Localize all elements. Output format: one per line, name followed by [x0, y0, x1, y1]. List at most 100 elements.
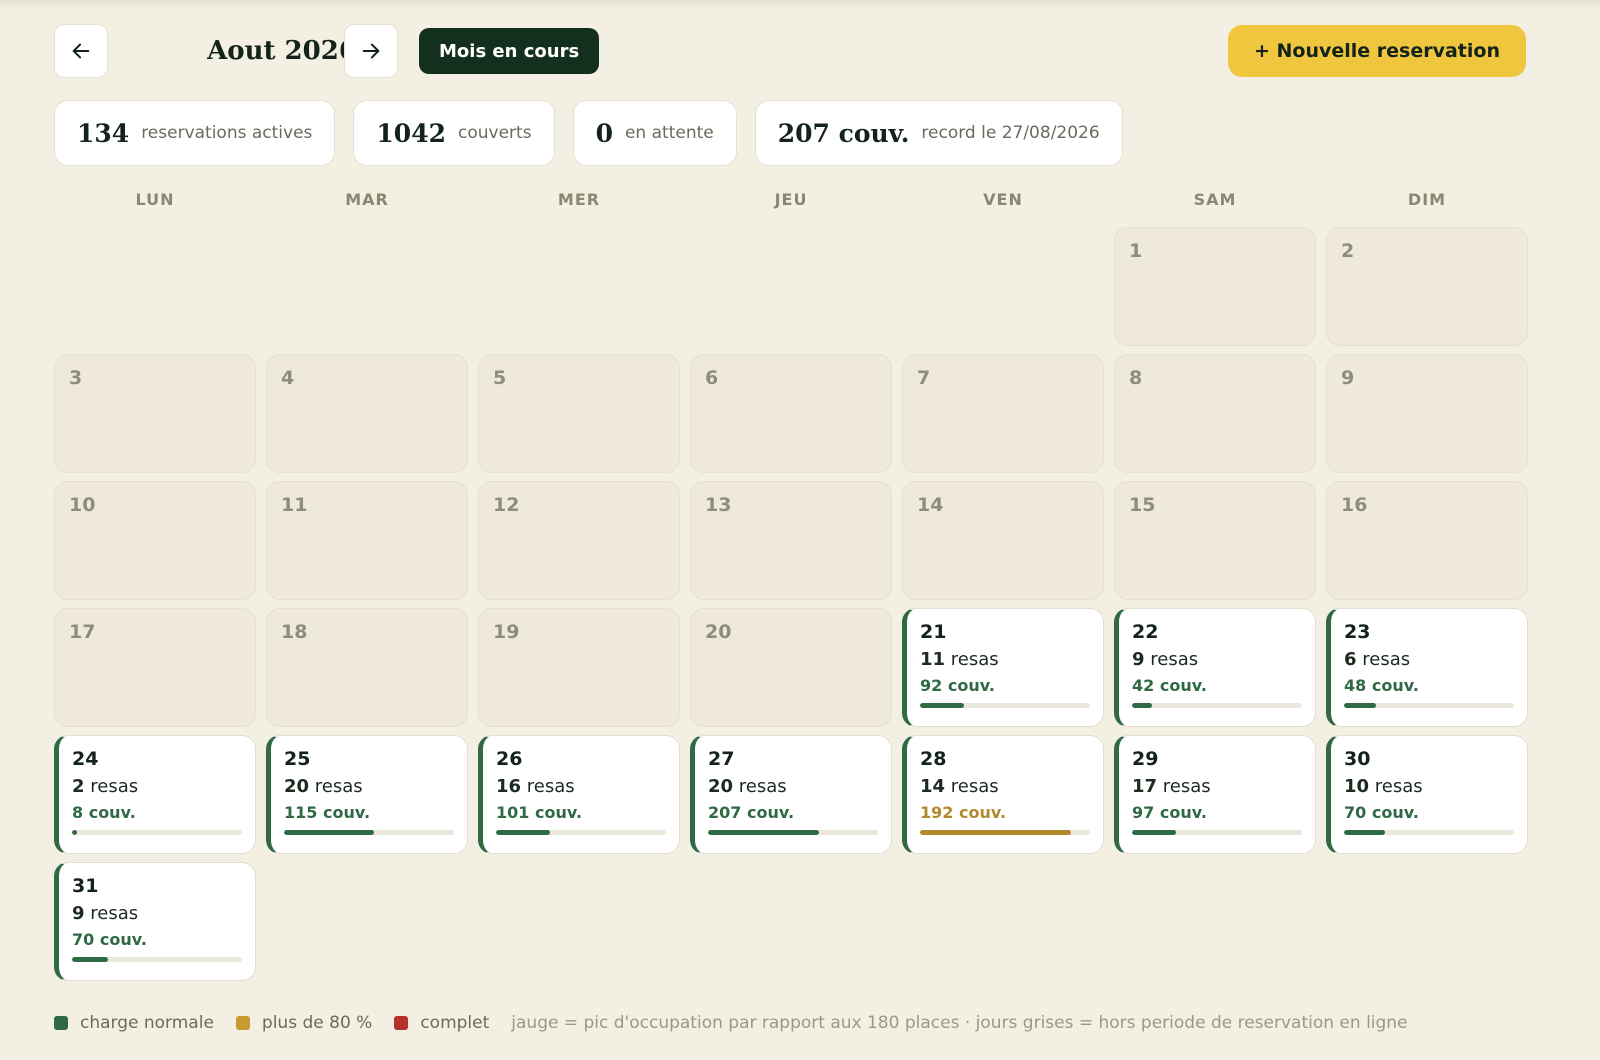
stat-active-reservations: 134 reservations actives: [54, 100, 336, 166]
calendar-day-active[interactable]: 26 16 resas 101 couv.: [478, 735, 680, 854]
day-reservations: 10 resas: [1344, 776, 1423, 797]
occupancy-gauge-fill: [1344, 830, 1385, 835]
stat-label: record le 27/08/2026: [921, 123, 1100, 143]
top-shadow: [0, 0, 1600, 10]
day-reservations: 11 resas: [920, 649, 999, 670]
stat-label: reservations actives: [141, 123, 313, 143]
day-covers: 8 couv.: [72, 803, 136, 822]
calendar-day-disabled: 17: [54, 608, 256, 727]
day-reservations: 6 resas: [1344, 649, 1410, 670]
calendar-day-active[interactable]: 21 11 resas 92 couv.: [902, 608, 1104, 727]
calendar-day-active[interactable]: 28 14 resas 192 couv.: [902, 735, 1104, 854]
occupancy-gauge: [1344, 703, 1514, 708]
day-covers: 97 couv.: [1132, 803, 1207, 822]
day-covers: 101 couv.: [496, 803, 583, 822]
stat-pending: 0 en attente: [572, 100, 737, 166]
reservation-word: resas: [1362, 649, 1411, 670]
day-number: 6: [705, 367, 719, 389]
occupancy-gauge: [1132, 703, 1302, 708]
day-reservations: 9 resas: [72, 903, 138, 924]
calendar-day-active[interactable]: 27 20 resas 207 couv.: [690, 735, 892, 854]
legend-label: charge normale: [80, 1013, 214, 1033]
calendar-day-active[interactable]: 30 10 resas 70 couv.: [1326, 735, 1528, 854]
day-reservations: 9 resas: [1132, 649, 1198, 670]
stats-bar: 134 reservations actives 1042 couverts 0…: [54, 100, 1123, 166]
reservation-word: resas: [950, 776, 999, 797]
legend-label: plus de 80 %: [261, 1013, 373, 1033]
stat-value: 134: [77, 118, 130, 148]
calendar-day-active[interactable]: 22 9 resas 42 couv.: [1114, 608, 1316, 727]
day-covers: 192 couv.: [920, 803, 1007, 822]
calendar-day-active[interactable]: 29 17 resas 97 couv.: [1114, 735, 1316, 854]
reservation-count: 17: [1132, 776, 1158, 797]
weekday-label: JEU: [774, 190, 808, 209]
calendar-day-disabled: 6: [690, 354, 892, 473]
day-reservations: 20 resas: [708, 776, 787, 797]
day-number: 19: [493, 621, 520, 643]
reservation-count: 11: [920, 649, 946, 670]
occupancy-gauge-fill: [1132, 703, 1153, 708]
calendar-day-disabled: 11: [266, 481, 468, 600]
reservation-count: 9: [1132, 649, 1145, 670]
legend-item-normal: charge normale: [54, 1013, 214, 1033]
weekday-label: LUN: [135, 190, 175, 209]
occupancy-gauge-fill: [920, 703, 965, 708]
legend-swatch: [394, 1016, 409, 1030]
day-number: 2: [1341, 240, 1355, 262]
calendar-day-disabled: 13: [690, 481, 892, 600]
calendar-day-active[interactable]: 25 20 resas 115 couv.: [266, 735, 468, 854]
occupancy-gauge-fill: [284, 830, 375, 835]
occupancy-gauge: [1132, 830, 1302, 835]
calendar-day-disabled: 14: [902, 481, 1104, 600]
day-number: 4: [281, 367, 295, 389]
day-covers: 115 couv.: [284, 803, 371, 822]
previous-month-button[interactable]: [54, 24, 108, 78]
day-number: 8: [1129, 367, 1143, 389]
occupancy-gauge: [72, 830, 242, 835]
day-covers: 70 couv.: [1344, 803, 1419, 822]
reservation-count: 20: [284, 776, 310, 797]
stat-record: 207 couv. record le 27/08/2026: [754, 100, 1123, 166]
legend-swatch: [54, 1016, 68, 1030]
day-number: 31: [72, 875, 99, 897]
reservation-word: resas: [1162, 776, 1211, 797]
occupancy-gauge-fill: [1344, 703, 1377, 708]
reservation-count: 9: [72, 903, 85, 924]
reservation-count: 16: [496, 776, 522, 797]
calendar-day-disabled: 1: [1114, 227, 1316, 346]
day-number: 27: [708, 748, 735, 770]
current-month-button[interactable]: Mois en cours: [419, 28, 600, 74]
calendar-day-active[interactable]: 31 9 resas 70 couv.: [54, 862, 256, 981]
reservation-word: resas: [1150, 649, 1199, 670]
occupancy-gauge-fill: [1132, 830, 1177, 835]
day-number: 5: [493, 367, 507, 389]
day-covers: 92 couv.: [920, 676, 995, 695]
reservation-count: 10: [1344, 776, 1370, 797]
arrow-right-icon: [362, 43, 380, 59]
occupancy-gauge-fill: [708, 830, 819, 835]
day-covers: 42 couv.: [1132, 676, 1207, 695]
legend-item-full: complet: [394, 1013, 489, 1033]
new-reservation-button[interactable]: + Nouvelle reservation: [1227, 25, 1526, 77]
day-number: 7: [917, 367, 931, 389]
calendar-toolbar: Aout 2026 Mois en cours + Nouvelle reser…: [54, 24, 1526, 80]
day-number: 21: [920, 621, 947, 643]
calendar-day-active[interactable]: 23 6 resas 48 couv.: [1326, 608, 1528, 727]
day-covers: 207 couv.: [708, 803, 795, 822]
day-number: 20: [705, 621, 732, 643]
weekday-header: LUN MAR MER JEU VEN SAM DIM: [54, 190, 1526, 216]
weekday-label: VEN: [983, 190, 1023, 209]
calendar-day-disabled: 9: [1326, 354, 1528, 473]
day-number: 28: [920, 748, 947, 770]
next-month-button[interactable]: [344, 24, 398, 78]
calendar-day-disabled: 18: [266, 608, 468, 727]
day-reservations: 16 resas: [496, 776, 575, 797]
occupancy-gauge: [708, 830, 878, 835]
occupancy-gauge: [72, 957, 242, 962]
day-number: 23: [1344, 621, 1371, 643]
calendar-day-disabled: 15: [1114, 481, 1316, 600]
calendar-day-active[interactable]: 24 2 resas 8 couv.: [54, 735, 256, 854]
stat-value: 207 couv.: [777, 118, 910, 148]
reservation-word: resas: [950, 649, 999, 670]
occupancy-gauge: [284, 830, 454, 835]
